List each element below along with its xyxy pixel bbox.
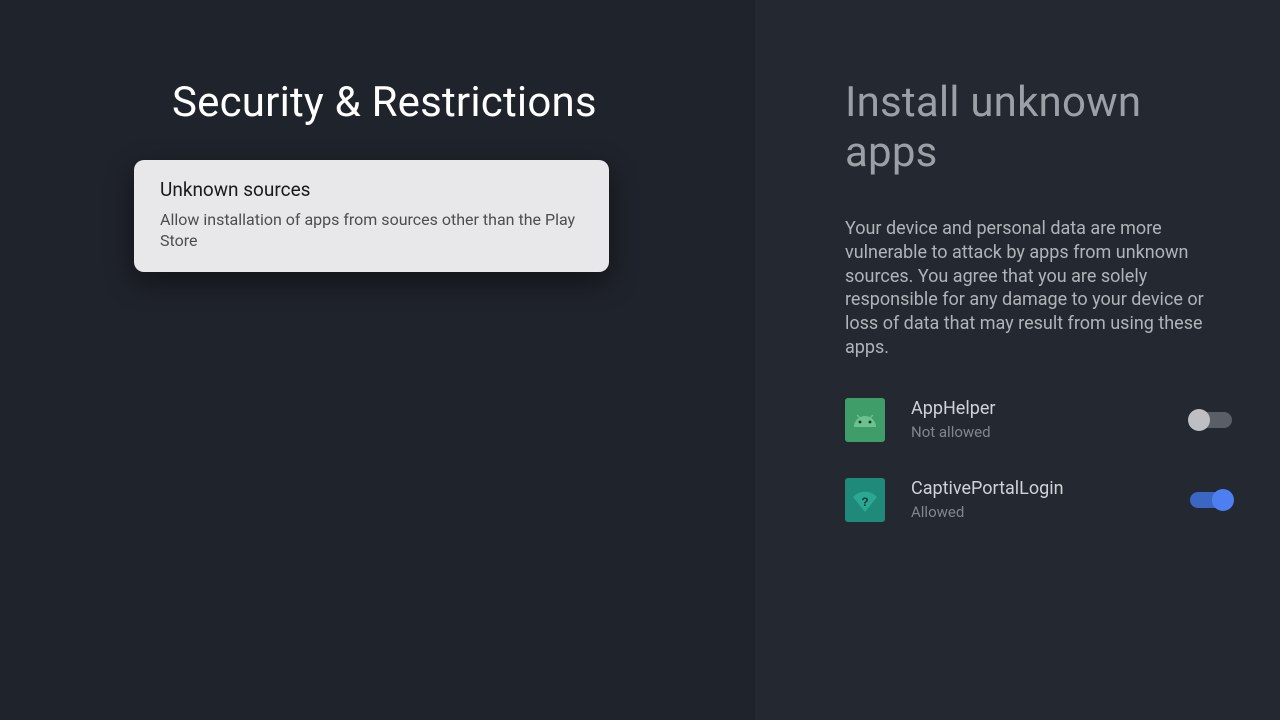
card-subtitle: Allow installation of apps from sources …	[160, 209, 583, 252]
app-name: CaptivePortalLogin	[911, 478, 1190, 499]
app-row-apphelper[interactable]: AppHelper Not allowed	[845, 398, 1232, 442]
app-status: Not allowed	[911, 423, 1190, 441]
toggle-knob	[1188, 409, 1210, 431]
right-panel: Install unknown apps Your device and per…	[755, 0, 1280, 720]
left-panel: Security & Restrictions Unknown sources …	[0, 0, 755, 720]
app-text: AppHelper Not allowed	[911, 398, 1190, 441]
page-title-right: Install unknown apps	[845, 78, 1205, 177]
unknown-sources-card[interactable]: Unknown sources Allow installation of ap…	[134, 160, 609, 272]
svg-text:?: ?	[861, 495, 868, 509]
app-text: CaptivePortalLogin Allowed	[911, 478, 1190, 521]
app-status: Allowed	[911, 503, 1190, 521]
toggle-knob	[1212, 489, 1234, 511]
toggle-apphelper[interactable]	[1190, 412, 1232, 428]
android-icon	[845, 398, 885, 442]
toggle-captiveportal[interactable]	[1190, 492, 1232, 508]
wifi-question-icon: ?	[845, 478, 885, 522]
card-title: Unknown sources	[160, 178, 583, 201]
app-row-captiveportal[interactable]: ? CaptivePortalLogin Allowed	[845, 478, 1232, 522]
security-description: Your device and personal data are more v…	[845, 217, 1232, 360]
app-name: AppHelper	[911, 398, 1190, 419]
page-title-left: Security & Restrictions	[172, 78, 612, 128]
